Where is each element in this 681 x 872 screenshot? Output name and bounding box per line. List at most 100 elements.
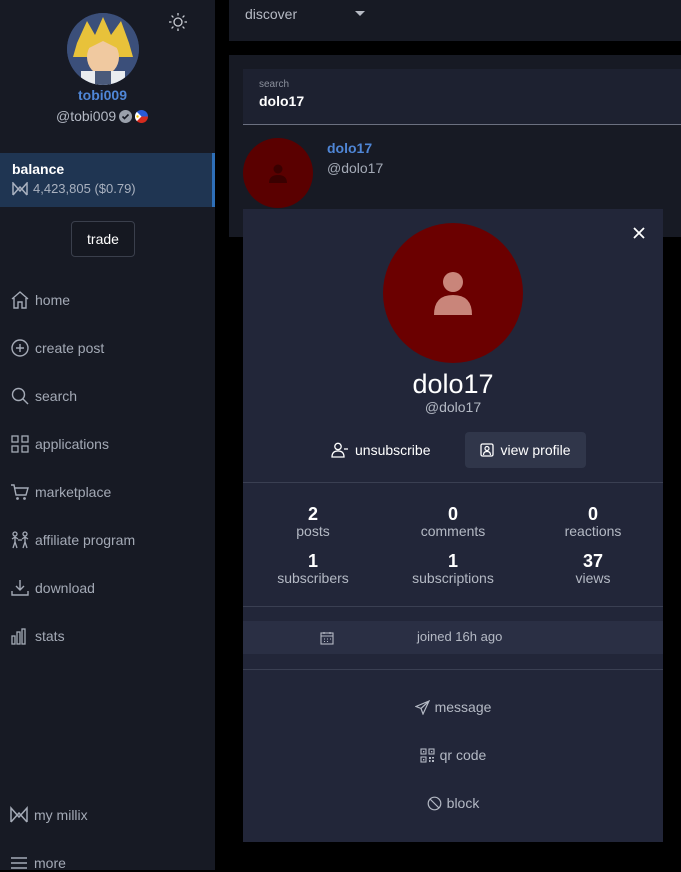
- stat-label: subscriptions: [412, 570, 494, 586]
- profile-card-icon: [480, 443, 495, 457]
- profile-name: dolo17: [412, 369, 494, 399]
- menu-icon: [11, 857, 27, 869]
- divider: [243, 482, 663, 483]
- stat-label: reactions: [564, 523, 622, 539]
- unsubscribe-label: unsubscribe: [355, 442, 431, 458]
- qr-code-label: qr code: [439, 747, 487, 763]
- unsubscribe-button[interactable]: unsubscribe: [331, 432, 441, 468]
- balance-label: balance: [12, 161, 65, 177]
- discover-bar: discover: [229, 0, 681, 41]
- person-icon: [269, 164, 287, 183]
- search-input[interactable]: search dolo17: [243, 69, 681, 125]
- sidebar-item-affiliate-program[interactable]: affiliate program: [10, 516, 135, 564]
- close-icon[interactable]: [631, 225, 647, 241]
- trade-button[interactable]: trade: [71, 221, 135, 257]
- discover-dropdown-label[interactable]: discover: [245, 6, 297, 22]
- verified-icon: [119, 109, 133, 123]
- qr-code-icon: [420, 747, 435, 763]
- sidebar-item-stats[interactable]: stats: [10, 612, 135, 660]
- stat-views: 37 views: [533, 552, 653, 586]
- search-icon: [11, 387, 29, 405]
- message-button[interactable]: message: [243, 699, 663, 715]
- stat-subscribers[interactable]: 1 subscribers: [253, 552, 373, 586]
- sidebar-item-more[interactable]: more: [10, 854, 66, 872]
- millix-icon: [10, 806, 28, 823]
- balance-value-row: 4,423,805 ($0.79): [12, 181, 200, 196]
- sun-icon[interactable]: [168, 12, 188, 32]
- sidebar-handle-text: @tobi009: [56, 108, 117, 124]
- sidebar-item-label: my millix: [34, 807, 88, 823]
- download-icon: [11, 580, 29, 596]
- bar-chart-icon: [11, 628, 26, 645]
- stat-subscriptions[interactable]: 1 subscriptions: [393, 552, 513, 586]
- search-input-label: search: [259, 79, 290, 90]
- send-icon: [414, 699, 430, 715]
- sidebar-item-my-millix[interactable]: my millix: [10, 806, 88, 824]
- stat-value: 1: [307, 551, 318, 571]
- sidebar-item-label: download: [35, 580, 95, 596]
- stat-value: 1: [447, 551, 458, 571]
- sidebar-item-home[interactable]: home: [10, 276, 135, 324]
- stat-label: comments: [420, 523, 486, 539]
- sidebar-item-label: create post: [35, 340, 105, 356]
- plus-circle-icon: [11, 339, 29, 357]
- stat-value: 2: [307, 504, 318, 524]
- view-profile-label: view profile: [500, 442, 571, 458]
- stat-value: 0: [447, 504, 458, 524]
- profile-avatar: [383, 223, 523, 363]
- joined-text: joined 16h ago: [417, 629, 503, 644]
- stat-label: subscribers: [277, 570, 349, 586]
- message-label: message: [434, 699, 492, 715]
- sidebar-item-download[interactable]: download: [10, 564, 135, 612]
- grid-icon: [11, 435, 29, 453]
- sidebar-item-label: search: [35, 388, 78, 404]
- sidebar-item-label: affiliate program: [35, 532, 136, 548]
- sidebar-handle: @tobi009: [56, 108, 149, 124]
- sidebar-item-search[interactable]: search: [10, 372, 135, 420]
- joined-row: joined 16h ago: [243, 621, 663, 654]
- result-handle: @dolo17: [327, 160, 384, 176]
- stat-value: 37: [582, 551, 604, 571]
- sidebar-item-label: marketplace: [35, 484, 112, 500]
- stat-label: views: [575, 570, 611, 586]
- chevron-down-icon[interactable]: [355, 11, 365, 16]
- profile-handle: @dolo17: [424, 399, 482, 415]
- result-name[interactable]: dolo17: [327, 140, 372, 156]
- stat-value: 0: [587, 504, 598, 524]
- person-icon: [434, 272, 472, 315]
- millix-icon: [12, 181, 28, 195]
- balance-panel[interactable]: balance 4,423,805 ($0.79): [0, 153, 215, 207]
- sidebar: tobi009 @tobi009 balance 4,423,805 ($0.7…: [0, 0, 215, 872]
- stat-reactions: 0 reactions: [533, 505, 653, 539]
- stat-posts: 2 posts: [253, 505, 373, 539]
- block-button[interactable]: block: [243, 795, 663, 811]
- sidebar-item-label: more: [34, 855, 66, 871]
- view-profile-button[interactable]: view profile: [465, 432, 586, 468]
- block-label: block: [446, 795, 480, 811]
- sidebar-item-applications[interactable]: applications: [10, 420, 135, 468]
- stat-comments: 0 comments: [393, 505, 513, 539]
- divider: [243, 669, 663, 670]
- sidebar-item-create-post[interactable]: create post: [10, 324, 135, 372]
- calendar-icon: [320, 632, 334, 645]
- result-avatar[interactable]: [243, 138, 313, 208]
- sidebar-item-label: home: [35, 292, 71, 308]
- flag-icon: [135, 109, 149, 123]
- sidebar-item-marketplace[interactable]: marketplace: [10, 468, 135, 516]
- stat-label: posts: [296, 523, 330, 539]
- balance-amount: 4,423,805 ($0.79): [33, 181, 136, 196]
- qr-code-button[interactable]: qr code: [243, 747, 663, 763]
- search-input-value[interactable]: dolo17: [259, 93, 665, 109]
- sidebar-username[interactable]: tobi009: [0, 87, 205, 103]
- sidebar-nav: home create post search applications mar…: [10, 276, 135, 660]
- sidebar-item-label: stats: [35, 628, 65, 644]
- user-minus-icon: [331, 442, 348, 458]
- home-icon: [11, 291, 29, 309]
- user-avatar[interactable]: [67, 13, 139, 85]
- block-icon: [427, 796, 442, 810]
- people-icon: [11, 531, 29, 549]
- sidebar-item-label: applications: [35, 436, 109, 452]
- profile-popup: dolo17 @dolo17 unsubscribe view profile …: [243, 209, 663, 842]
- cart-icon: [11, 484, 29, 500]
- divider: [243, 606, 663, 607]
